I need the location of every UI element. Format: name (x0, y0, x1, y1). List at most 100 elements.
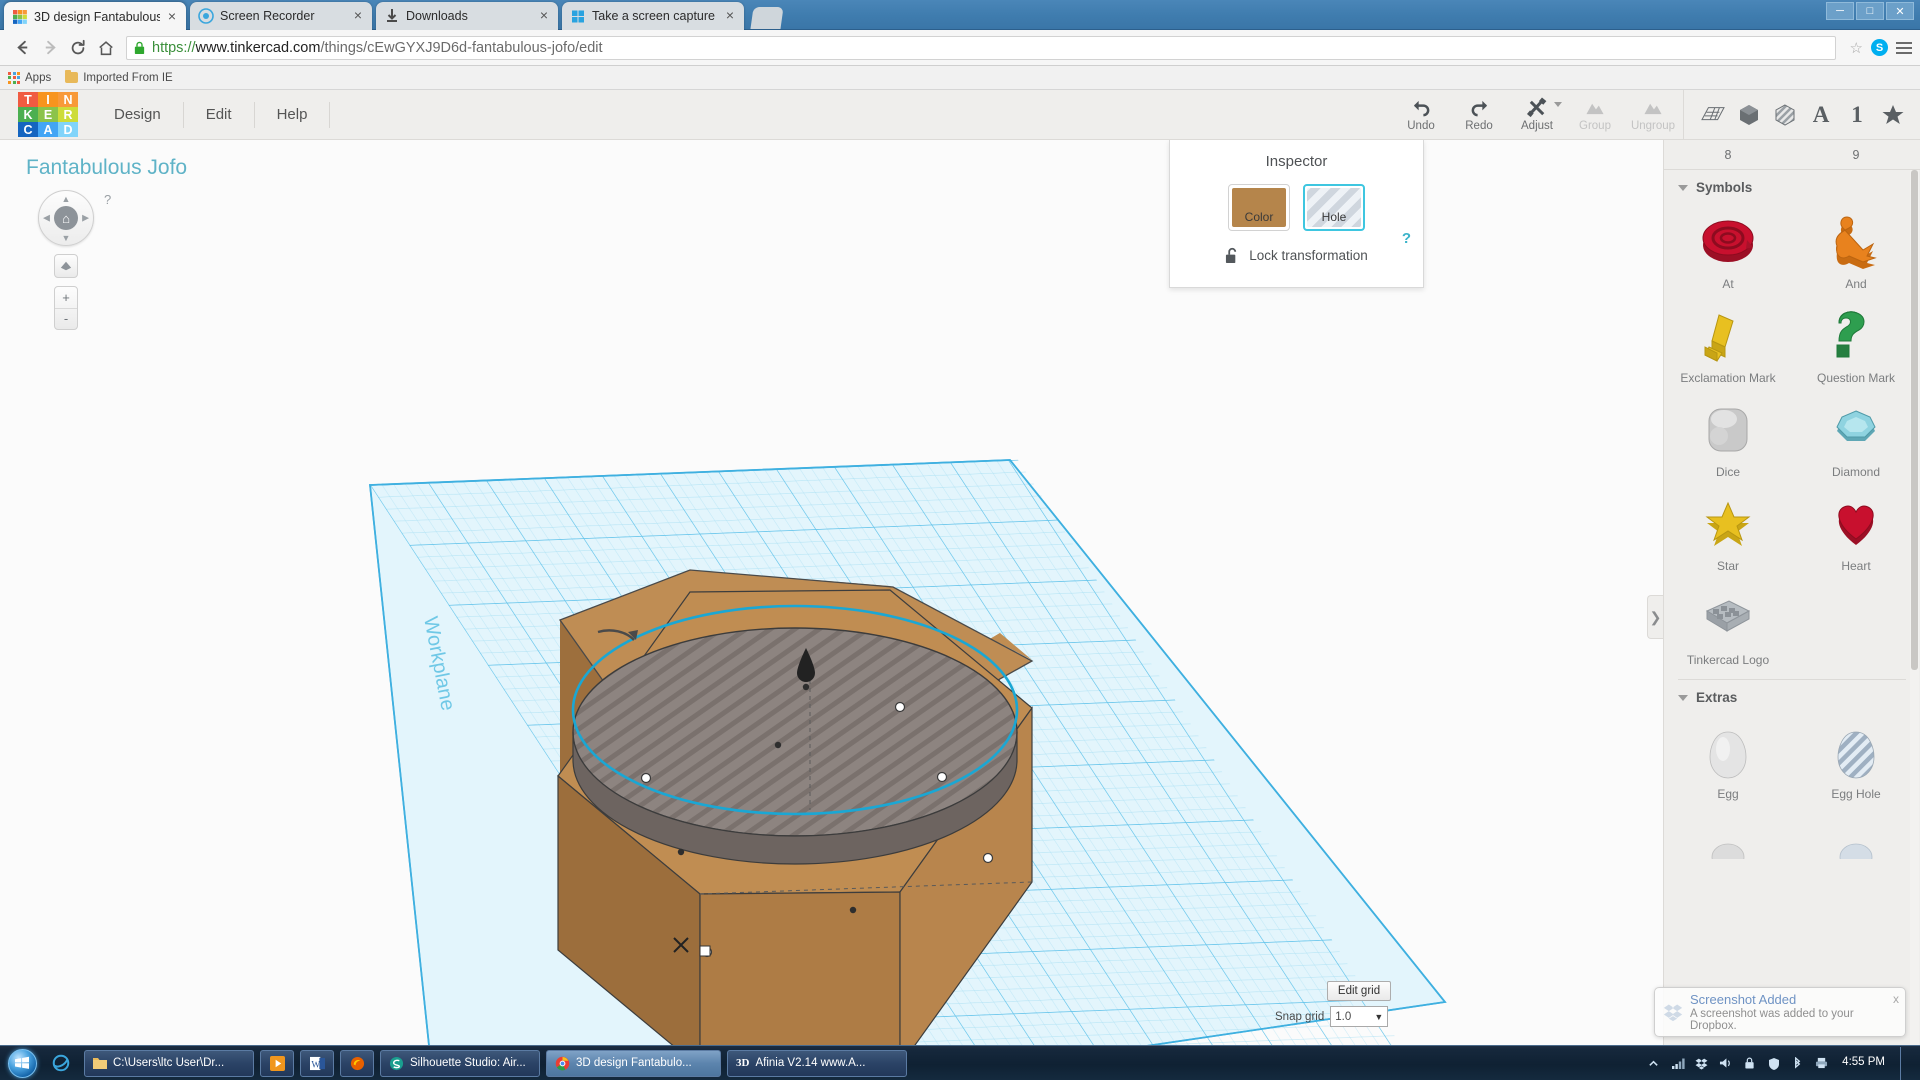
lock-icon[interactable] (1742, 1056, 1757, 1071)
grid-icon[interactable] (1696, 98, 1730, 132)
section-header-symbols[interactable]: Symbols (1664, 170, 1920, 201)
adjust-caret-icon[interactable] (1554, 102, 1562, 107)
panel-page-8[interactable]: 8 (1664, 140, 1792, 169)
panel-scrollbar[interactable] (1910, 170, 1919, 1045)
windows-icon (572, 10, 584, 23)
group-button[interactable]: Group (1566, 90, 1624, 132)
shape-label: Question Mark (1816, 371, 1896, 385)
taskbar-button-explorer[interactable]: C:\Users\ltc User\Dr... (84, 1049, 254, 1077)
taskbar-button-word[interactable]: W (300, 1049, 334, 1077)
section-header-extras[interactable]: Extras (1664, 680, 1920, 711)
new-tab-button[interactable] (750, 7, 784, 29)
shape-item-egg[interactable]: Egg (1664, 711, 1792, 805)
browser-tab-close-button[interactable]: × (164, 9, 180, 25)
shape-item-diamond[interactable]: Diamond (1792, 389, 1920, 483)
hole-swatch-button[interactable]: Hole (1303, 184, 1365, 231)
speaker-icon[interactable] (1718, 1056, 1733, 1071)
media-player-icon (269, 1055, 285, 1071)
browser-tab-close-button[interactable]: × (536, 8, 552, 24)
panel-collapse-handle[interactable]: ❯ (1647, 595, 1663, 639)
tinkercad-logo-shape (1664, 585, 1792, 651)
forward-button[interactable] (36, 34, 64, 62)
bookmark-apps[interactable]: Apps (8, 71, 51, 84)
dropbox-icon[interactable] (1694, 1056, 1709, 1071)
browser-tab-2[interactable]: Downloads × (376, 2, 558, 30)
printer-icon[interactable] (1814, 1056, 1829, 1071)
shape-label: And (1845, 277, 1867, 291)
lock-transformation-label: Lock transformation (1249, 248, 1368, 263)
adjust-button[interactable]: Adjust (1508, 90, 1566, 132)
shape-item-dice[interactable]: Dice (1664, 389, 1792, 483)
network-icon[interactable] (1670, 1056, 1685, 1071)
3d-canvas[interactable]: Fantabulous Jofo ▲ ▼ ◀ ▶ ⌂ + - ? Workpla… (0, 140, 1663, 1045)
corner-handle[interactable] (699, 945, 711, 957)
scrollbar-thumb[interactable] (1911, 170, 1918, 670)
address-bar[interactable]: https://www.tinkercad.com/things/cEwGYXJ… (126, 35, 1836, 60)
inspector-title: Inspector (1265, 153, 1328, 170)
ungroup-button[interactable]: Ungroup (1624, 90, 1682, 132)
taskbar-button-media-player[interactable] (260, 1049, 294, 1077)
edit-grid-button[interactable]: Edit grid (1327, 981, 1391, 1001)
lock-transformation-row[interactable]: Lock transformation (1170, 247, 1423, 264)
shape-item-partial[interactable] (1664, 805, 1792, 883)
bookmark-star-icon[interactable]: ☆ (1850, 39, 1863, 57)
tinkercad-logo[interactable]: T I N K E R C A D (18, 92, 78, 137)
exclamation-shape (1664, 303, 1792, 369)
shape-item-star[interactable]: Star (1664, 483, 1792, 577)
panel-page-9[interactable]: 9 (1792, 140, 1920, 169)
hole-box-icon[interactable] (1768, 98, 1802, 132)
shape-item-and[interactable]: And (1792, 201, 1920, 295)
toast-title: Screenshot Added (1690, 992, 1797, 1007)
browser-tab-0[interactable]: 3D design Fantabulous Jo × (4, 2, 186, 31)
skype-extension-icon[interactable]: S (1871, 39, 1888, 56)
solid-box-icon[interactable] (1732, 98, 1766, 132)
quicklaunch-internet-explorer[interactable] (44, 1047, 78, 1080)
shape-item-egg-hole[interactable]: Egg Hole (1792, 711, 1920, 805)
show-hidden-icon[interactable] (1646, 1056, 1661, 1071)
browser-tab-close-button[interactable]: × (350, 8, 366, 24)
taskbar-button-afinia[interactable]: 3D Afinia V2.14 www.A... (727, 1049, 907, 1077)
bluetooth-icon[interactable] (1790, 1056, 1805, 1071)
number-one-icon[interactable]: 1 (1840, 98, 1874, 132)
ampersand-shape (1792, 209, 1920, 275)
shape-label: Exclamation Mark (1680, 371, 1776, 385)
dropbox-notification-toast[interactable]: Screenshot Added A screenshot was added … (1654, 987, 1906, 1037)
download-icon (387, 9, 397, 22)
shape-item-tinkercad-logo[interactable]: Tinkercad Logo (1664, 577, 1792, 671)
taskbar-button-firefox[interactable] (340, 1049, 374, 1077)
browser-tab-close-button[interactable]: × (722, 8, 738, 24)
home-button[interactable] (92, 34, 120, 62)
star-icon[interactable] (1876, 98, 1910, 132)
menu-item-design[interactable]: Design (92, 101, 184, 128)
snap-grid-select[interactable]: 1.0 ▼ (1330, 1006, 1389, 1027)
show-desktop-button[interactable] (1900, 1046, 1910, 1080)
taskbar-button-chrome[interactable]: 3D design Fantabulo... (546, 1049, 721, 1077)
shape-item-heart[interactable]: Heart (1792, 483, 1920, 577)
browser-tab-1[interactable]: Screen Recorder × (190, 2, 372, 30)
bookmark-imported-from-ie[interactable]: Imported From IE (65, 70, 173, 84)
shape-item-at[interactable]: At (1664, 201, 1792, 295)
menu-item-edit[interactable]: Edit (184, 101, 255, 128)
browser-tab-3[interactable]: Take a screen capture (pri × (562, 2, 744, 30)
letter-a-icon[interactable]: A (1804, 98, 1838, 132)
maximize-button[interactable]: □ (1856, 2, 1884, 20)
shield-icon[interactable] (1766, 1056, 1781, 1071)
undo-button[interactable]: Undo (1392, 90, 1450, 132)
shape-item-partial-2[interactable] (1792, 805, 1920, 883)
menu-item-help[interactable]: Help (255, 101, 331, 128)
inspector-help-icon[interactable]: ? (1402, 230, 1411, 247)
back-button[interactable] (8, 34, 36, 62)
close-window-button[interactable]: ✕ (1886, 2, 1914, 20)
minimize-button[interactable]: ─ (1826, 2, 1854, 20)
clock[interactable]: 4:55 PM (1838, 1056, 1885, 1069)
shape-item-exclamation-mark[interactable]: Exclamation Mark (1664, 295, 1792, 389)
shape-item-question-mark[interactable]: Question Mark (1792, 295, 1920, 389)
taskbar-button-silhouette-studio[interactable]: Silhouette Studio: Air... (380, 1049, 540, 1077)
start-button[interactable] (0, 1047, 44, 1080)
reload-button[interactable] (64, 34, 92, 62)
chrome-menu-icon[interactable] (1896, 41, 1912, 54)
logo-letter: D (58, 122, 78, 137)
redo-button[interactable]: Redo (1450, 90, 1508, 132)
toast-close-button[interactable]: x (1893, 992, 1899, 1006)
color-swatch-button[interactable]: Color (1228, 184, 1290, 231)
